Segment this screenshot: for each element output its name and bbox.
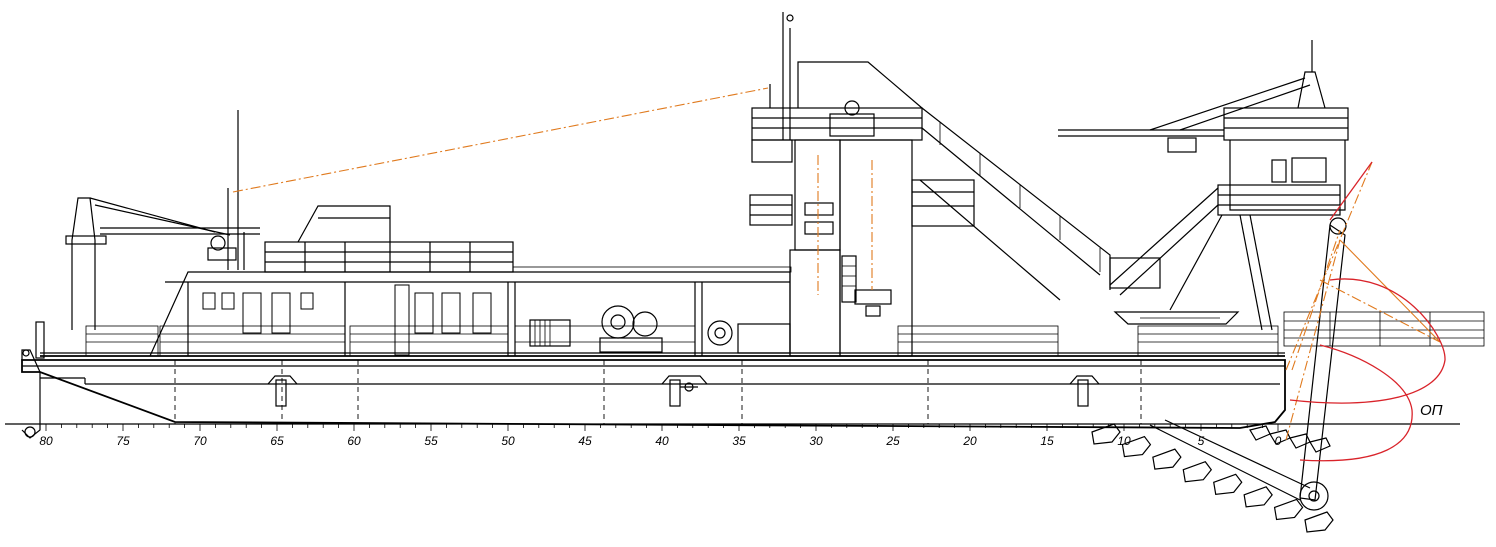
frame-tick-labels: 80 75 70 65 60 55 50 45 40 35 30 25 20 15 10 5 0 — [39, 434, 1281, 448]
dredge-bucket — [1249, 425, 1271, 441]
deck-machinery — [529, 305, 791, 354]
frame-tick-label: 70 — [193, 434, 207, 448]
hull — [21, 321, 1286, 439]
dredge-bucket — [1304, 511, 1334, 533]
frame-section-lines — [174, 360, 1142, 424]
dredge-bucket — [1213, 473, 1243, 495]
frame-tick-label: 75 — [116, 434, 130, 448]
frame-tick-label: 65 — [270, 434, 284, 448]
dredge-bucket — [1182, 460, 1213, 483]
frame-tick-label: 55 — [424, 434, 438, 448]
frame-tick-label: 60 — [347, 434, 361, 448]
frame-tick-label: 15 — [1040, 434, 1054, 448]
bucket-ladder — [1149, 217, 1347, 511]
frame-ticks — [45, 424, 1279, 431]
main-gantry-tower — [749, 12, 1111, 357]
frame-tick-label: 80 — [39, 434, 53, 448]
forward-gantry — [1058, 40, 1349, 331]
frame-tick-label: 50 — [501, 434, 515, 448]
frame-tick-label: 40 — [655, 434, 669, 448]
frame-tick-label: 20 — [962, 434, 977, 448]
frame-tick-label: 25 — [885, 434, 900, 448]
frame-tick-label: 45 — [578, 434, 592, 448]
dredge-bucket — [1273, 498, 1304, 521]
frame-tick-label: 10 — [1117, 434, 1131, 448]
deck-railings — [85, 311, 1485, 357]
frame-tick-label: 35 — [732, 434, 746, 448]
frame-tick-label: 30 — [809, 434, 823, 448]
dredge-bucket — [1243, 486, 1273, 508]
dredge-bucket — [1152, 448, 1182, 470]
dredge-bucket — [1289, 433, 1311, 449]
dredger-side-elevation-drawing: 80 75 70 65 60 55 50 45 40 35 30 25 20 15 10 5 0 — [5, 12, 1485, 533]
digging-trajectory — [1289, 278, 1446, 462]
aft-crane — [65, 110, 260, 330]
dredge-bucket — [1309, 437, 1331, 453]
frame-tick-label: 0 — [1275, 434, 1282, 448]
waterline-label: ОП — [1420, 402, 1443, 419]
